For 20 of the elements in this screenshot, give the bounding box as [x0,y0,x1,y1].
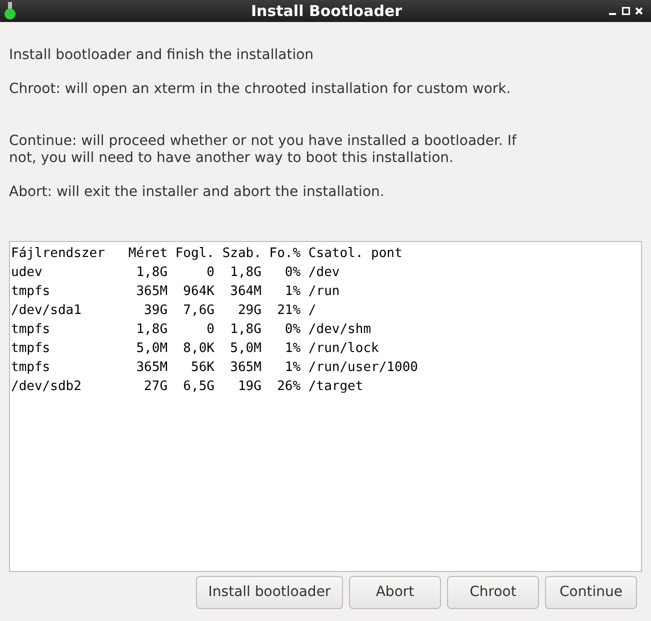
instruction-text: Continue: will proceed whether or not you have installed a bootloader. If not, you will need to have another way to boot this installation. [9,133,518,167]
output-line: Fájlrendszer Méret Fogl. Szab. Fo.% Csatol. pont [11,245,402,263]
instruction-text: Install bootloader and finish the installation [9,47,315,64]
dialog-button[interactable]: Continue [545,576,637,609]
output-line: tmpfs 1,8G 0 1,8G 0% /dev/shm [11,321,372,339]
window-title: Install Bootloader [250,0,402,22]
output-line: /dev/sdb2 27G 6,5G 19G 26% /target [11,378,364,396]
output-line: tmpfs 365M 56K 365M 1% /run/user/1000 [11,359,418,377]
dialog-button[interactable]: Install bootloader [196,576,343,609]
flask-icon [4,2,16,20]
output-line: tmpfs 5,0M 8,0K 5,0M 1% /run/lock [11,340,379,358]
output-line: tmpfs 365M 964K 364M 1% /run [11,283,340,301]
output-line: udev 1,8G 0 1,8G 0% /dev [11,264,340,282]
maximize-icon[interactable] [622,7,630,15]
close-icon[interactable] [635,7,643,15]
instruction-text: Abort: will exit the installer and abort the installation. [9,184,386,201]
dialog-button[interactable]: Abort [349,576,441,609]
dialog-button[interactable]: Chroot [447,576,539,609]
instruction-text: Chroot: will open an xterm in the chrooted installation for custom work. [9,81,512,98]
output-line: /dev/sda1 39G 7,6G 29G 21% / [11,302,316,320]
